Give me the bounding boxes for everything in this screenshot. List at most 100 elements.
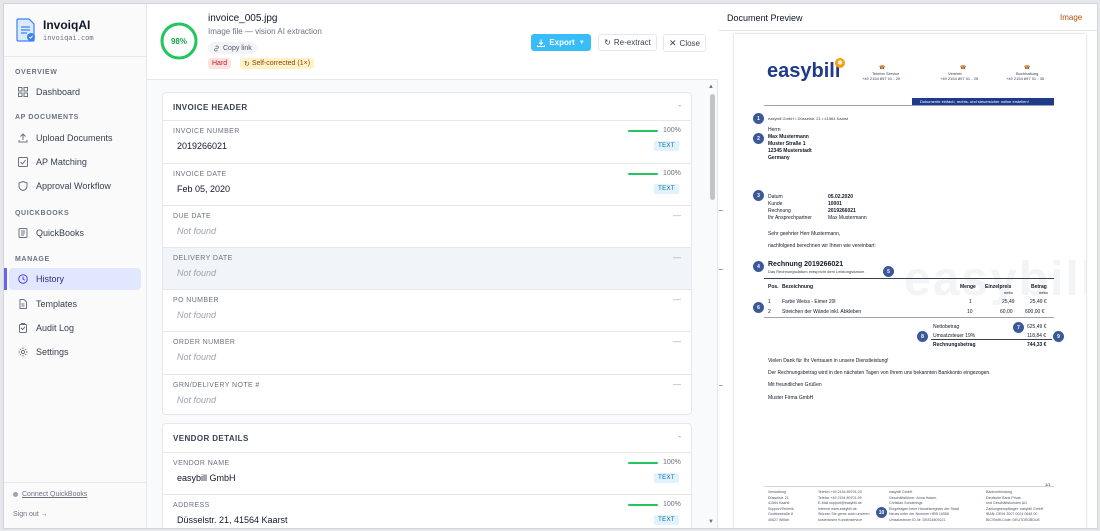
- field-marker[interactable]: 1: [753, 113, 764, 124]
- field-marker[interactable]: 8: [917, 331, 928, 342]
- contact-value: +49 2154 897 01 - 20: [862, 76, 901, 81]
- sidebar-item-approval-workflow[interactable]: Approval Workflow: [9, 175, 141, 197]
- field-value[interactable]: Not found: [177, 395, 216, 405]
- field-marker[interactable]: 7: [1013, 322, 1024, 333]
- field-marker[interactable]: 9: [1053, 331, 1064, 342]
- sidebar-item-settings[interactable]: Settings: [9, 341, 141, 363]
- extraction-header: 98% invoice_005.jpg Image file — vision …: [147, 4, 718, 80]
- field-marker[interactable]: 3: [753, 190, 764, 201]
- field-grn-delivery-note[interactable]: GRN/DELIVERY NOTE # — Not found: [163, 374, 691, 414]
- field-label: ADDRESS: [173, 502, 210, 509]
- clock-icon: [18, 274, 28, 284]
- footer-line: Stürzen Sie gerne auch unseren: [818, 512, 870, 516]
- footer-line: Support/Technik: [768, 506, 794, 511]
- sidebar-item-quickbooks[interactable]: QuickBooks: [9, 222, 141, 244]
- field-marker[interactable]: 2: [753, 133, 764, 144]
- section-label-quickbooks: QUICKBOOKS: [15, 210, 70, 217]
- brand-domain: invoiqai.com: [43, 34, 94, 42]
- confidence-bar: [628, 504, 658, 506]
- sidebar-item-dashboard[interactable]: Dashboard: [9, 81, 141, 103]
- sidebar-item-history[interactable]: History: [9, 268, 141, 290]
- sidebar-item-label: Audit Log: [36, 323, 75, 333]
- clipboard-icon: [19, 323, 27, 333]
- field-marker[interactable]: 4: [753, 261, 764, 272]
- doc-logo: easybill: [767, 60, 841, 82]
- file-name: invoice_005.jpg: [208, 13, 278, 24]
- field-order-number[interactable]: ORDER NUMBER — Not found: [163, 331, 691, 374]
- field-value[interactable]: Feb 05, 2020: [177, 184, 230, 194]
- field-marker[interactable]: 10: [876, 507, 887, 518]
- table-cell: Farbe Weiss - Eimer 20l: [782, 299, 836, 305]
- sidebar-item-upload-documents[interactable]: Upload Documents: [9, 127, 141, 149]
- closing-line: Mit freundlichen Grüßen: [768, 382, 822, 388]
- copy-link-button[interactable]: Copy link: [208, 42, 257, 54]
- chevron-down-icon: ▼: [578, 39, 585, 46]
- recipient-line: Muster Straße 1: [768, 141, 806, 147]
- sidebar-item-templates[interactable]: Templates: [9, 293, 141, 315]
- field-value[interactable]: Not found: [177, 226, 216, 236]
- meta-key: Kunde: [768, 201, 783, 207]
- field-label: INVOICE NUMBER: [173, 128, 240, 135]
- field-value[interactable]: Not found: [177, 352, 216, 362]
- brand[interactable]: InvoiqAI invoiqai.com: [16, 16, 141, 48]
- footer-line: Bankverbindung: [986, 490, 1012, 494]
- footer-line: Düsselstr. 21: [768, 495, 789, 500]
- meta-key: Rechnung: [768, 208, 791, 214]
- shield-icon: [18, 181, 28, 191]
- field-value[interactable]: Not found: [177, 268, 216, 278]
- empty-dash: —: [673, 380, 681, 389]
- sidebar-item-label: Upload Documents: [36, 133, 113, 143]
- brand-name: InvoiqAI: [43, 18, 91, 32]
- margin-mark: [719, 269, 723, 270]
- section-label-ap-documents: AP DOCUMENTS: [15, 114, 79, 121]
- close-button[interactable]: ✕ Close: [663, 34, 706, 52]
- footer-line: Zahlungsempfänger: easybill GmbH: [986, 506, 1044, 511]
- re-extract-button[interactable]: ↻ Re-extract: [598, 34, 657, 51]
- footer-line: Geschäftsführer: Anna Hasen,: [889, 495, 938, 500]
- sidebar-item-label: AP Matching: [36, 157, 87, 167]
- field-value[interactable]: 2019266021: [177, 141, 227, 151]
- sidebar-item-label: History: [36, 274, 65, 284]
- scrollbar-thumb[interactable]: [710, 94, 715, 200]
- sidebar-item-ap-matching[interactable]: AP Matching: [9, 151, 141, 173]
- doc-intro: nachfolgend berechnen wir Ihnen wie vere…: [768, 243, 876, 249]
- sidebar: InvoiqAI invoiqai.com OVERVIEW Dashboard…: [4, 4, 147, 528]
- meta-key: Datum: [768, 194, 783, 200]
- doc-invoice-sub: Das Rechnungsdatum entspricht dem Leistu…: [768, 269, 865, 274]
- field-value[interactable]: Not found: [177, 310, 216, 320]
- invoice-image[interactable]: easybill easybill ✱ ☎ Telefon Service +4…: [734, 34, 1086, 528]
- field-delivery-date[interactable]: DELIVERY DATE — Not found: [163, 247, 691, 289]
- footer-line: Internet www.easybill.de: [818, 506, 857, 511]
- field-label: ORDER NUMBER: [173, 339, 236, 346]
- collapse-toggle[interactable]: -: [678, 101, 681, 110]
- field-po-number[interactable]: PO NUMBER — Not found: [163, 289, 691, 331]
- field-marker[interactable]: 5: [883, 266, 894, 277]
- close-label: Close: [679, 38, 700, 48]
- collapse-toggle[interactable]: -: [678, 432, 681, 441]
- field-invoice-date[interactable]: INVOICE DATE 100% Feb 05, 2020 TEXT: [163, 163, 691, 205]
- sidebar-item-audit-log[interactable]: Audit Log: [9, 317, 141, 339]
- field-marker[interactable]: 6: [753, 302, 764, 313]
- vendor-details-card: VENDOR DETAILS - VENDOR NAME 100% easybi…: [162, 423, 692, 528]
- footer-line: und Geschäftskunden AG: [986, 501, 1027, 505]
- self-corrected-label: Self-corrected (1×): [251, 60, 311, 67]
- connect-quickbooks-link[interactable]: Connect QuickBooks: [13, 491, 87, 498]
- table-subheader: netto: [1039, 290, 1048, 295]
- confidence-percent: 100%: [663, 459, 681, 466]
- section-label-manage: MANAGE: [15, 256, 50, 263]
- field-value[interactable]: Düsselstr. 21, 41564 Kaarst: [177, 515, 288, 525]
- document-preview-panel: Document Preview Image easybill easybill…: [718, 4, 1097, 528]
- footer-line: Neuss unter der Nummer HRB 16558: [889, 512, 949, 516]
- field-value[interactable]: easybill GmbH: [177, 473, 236, 483]
- field-due-date[interactable]: DUE DATE — Not found: [163, 205, 691, 247]
- field-invoice-number[interactable]: INVOICE NUMBER 100% 2019266021 TEXT: [163, 120, 691, 163]
- sidebar-item-label: Dashboard: [36, 87, 81, 97]
- sign-out-link[interactable]: Sign out →: [13, 511, 48, 518]
- field-address[interactable]: ADDRESS 100% Düsselstr. 21, 41564 Kaarst…: [163, 494, 691, 528]
- confidence-percent: 100%: [663, 501, 681, 508]
- field-vendor-name[interactable]: VENDOR NAME 100% easybill GmbH TEXT: [163, 452, 691, 494]
- table-cell: Streichen der Wände inkl. Abkleben: [782, 309, 862, 315]
- export-button[interactable]: Export ▼: [531, 34, 591, 51]
- scroll-up-icon[interactable]: ▲: [708, 84, 714, 90]
- scroll-down-icon[interactable]: ▼: [708, 519, 714, 525]
